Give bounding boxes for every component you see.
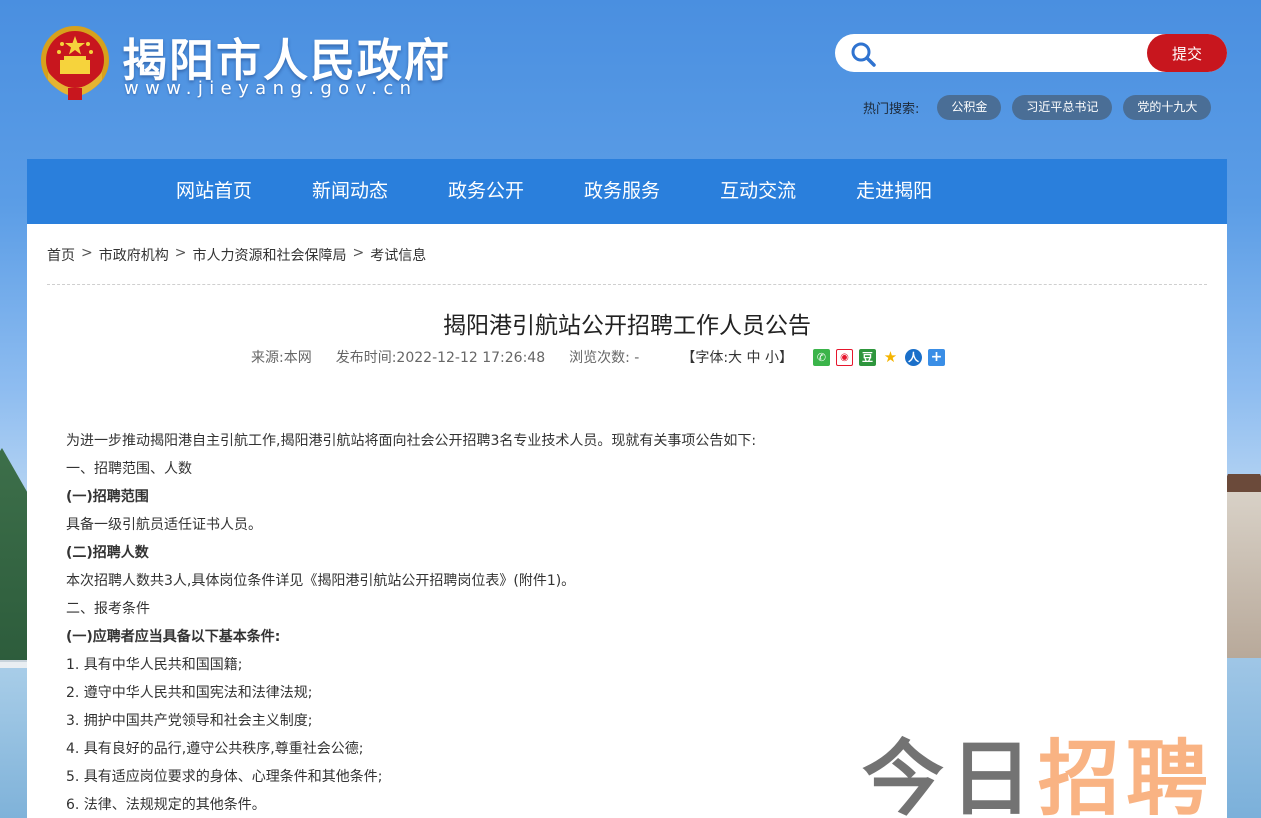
nav-item-interaction[interactable]: 互动交流	[720, 159, 796, 224]
wechat-icon[interactable]: ✆	[812, 348, 830, 366]
nav-item-gov-services[interactable]: 政务服务	[584, 159, 660, 224]
hot-tag-shijiuda[interactable]: 党的十九大	[1123, 94, 1212, 120]
main-nav: 网站首页 新闻动态 政务公开 政务服务 互动交流 走进揭阳	[27, 159, 1227, 224]
nav-item-news[interactable]: 新闻动态	[312, 159, 388, 224]
breadcrumb-item-hr-bureau[interactable]: 市人力资源和社会保障局	[192, 245, 346, 265]
nav-item-gov-affairs[interactable]: 政务公开	[448, 159, 524, 224]
douban-icon[interactable]: 豆	[858, 348, 876, 366]
national-emblem-icon[interactable]	[38, 22, 112, 102]
subsection-heading: (一)应聘者应当具备以下基本条件:	[66, 629, 281, 645]
breadcrumb-item-exam-info[interactable]: 考试信息	[370, 245, 426, 265]
search-box: 提交	[835, 34, 1227, 72]
article-meta: 来源:本网 发布时间:2022-12-12 17:26:48 浏览次数: - 【…	[251, 347, 951, 367]
renren-icon[interactable]: 人	[904, 348, 922, 366]
hot-tag-xijinping[interactable]: 习近平总书记	[1012, 94, 1113, 120]
font-size-control[interactable]: 【字体:大 中 小】	[681, 347, 793, 367]
article-title: 揭阳港引航站公开招聘工作人员公告	[443, 313, 811, 339]
paragraph: 为进一步推动揭阳港自主引航工作,揭阳港引航站将面向社会公开招聘3名专业技术人员。…	[66, 433, 757, 449]
article-source: 来源:本网	[251, 350, 312, 366]
subsection-heading: (二)招聘人数	[66, 545, 149, 561]
hot-search-label: 热门搜索:	[863, 101, 920, 117]
watermark-part2: 招聘	[1038, 732, 1215, 818]
list-item: 2. 遵守中华人民共和国宪法和法律法规;	[66, 685, 313, 701]
breadcrumb-item-home[interactable]: 首页	[47, 245, 75, 265]
site-url: www.jieyang.gov.cn	[124, 78, 418, 99]
share-icons: ✆ ◉ 豆 ★ 人 +	[812, 348, 951, 366]
watermark-part1: 今日	[862, 732, 1039, 818]
search-input[interactable]	[883, 38, 1133, 68]
building-decoration	[1227, 488, 1261, 658]
breadcrumb-separator: >	[81, 245, 93, 261]
section-heading: 二、报考条件	[66, 601, 150, 617]
divider	[47, 284, 1207, 285]
railing-decoration	[0, 660, 30, 668]
qzone-icon[interactable]: ★	[881, 348, 899, 366]
watermark: 今日招聘	[862, 712, 1214, 818]
nav-item-about-jieyang[interactable]: 走进揭阳	[856, 159, 932, 224]
weibo-icon[interactable]: ◉	[835, 348, 853, 366]
breadcrumb-item-gov-agencies[interactable]: 市政府机构	[99, 245, 169, 265]
nav-item-home[interactable]: 网站首页	[176, 159, 252, 224]
hot-tag-gongjijin[interactable]: 公积金	[937, 94, 1002, 120]
search-icon[interactable]	[849, 40, 877, 68]
hot-search: 热门搜索: 公积金 习近平总书记 党的十九大	[863, 94, 1212, 120]
publish-time: 发布时间:2022-12-12 17:26:48	[335, 350, 546, 366]
paragraph: 本次招聘人数共3人,具体岗位条件详见《揭阳港引航站公开招聘岗位表》(附件1)。	[66, 573, 576, 589]
view-count: 浏览次数: -	[569, 350, 640, 366]
breadcrumb: 首页 > 市政府机构 > 市人力资源和社会保障局 > 考试信息	[47, 245, 426, 265]
section-heading: 一、招聘范围、人数	[66, 461, 192, 477]
breadcrumb-separator: >	[174, 245, 187, 261]
subsection-heading: (一)招聘范围	[66, 489, 149, 505]
breadcrumb-separator: >	[352, 245, 365, 261]
water-decoration	[1227, 658, 1261, 818]
list-item: 1. 具有中华人民共和国国籍;	[66, 657, 243, 673]
paragraph: 具备一级引航员适任证书人员。	[66, 517, 262, 533]
more-share-icon[interactable]: +	[927, 348, 945, 366]
submit-button[interactable]: 提交	[1147, 34, 1227, 72]
site-header: 揭阳市人民政府 www.jieyang.gov.cn 提交 热门搜索: 公积金 …	[0, 0, 1261, 159]
